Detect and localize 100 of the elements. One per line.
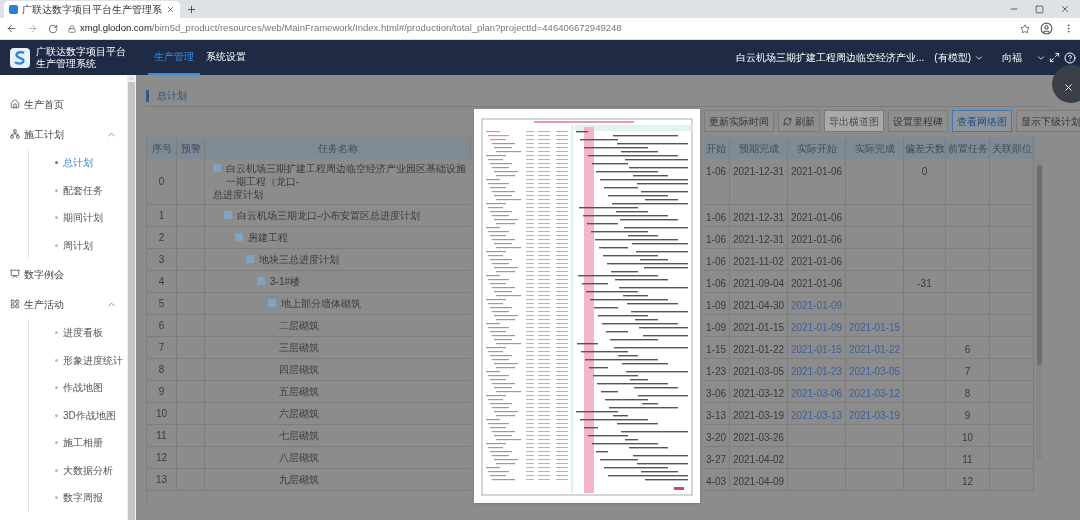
nav-tab[interactable]: 系统设置 (200, 40, 252, 75)
sidebar-group[interactable]: 施工计划 (0, 119, 127, 149)
table-cell-text: 2021-04-09 (732, 475, 785, 489)
sidebar-item[interactable]: 周计划 (55, 237, 93, 253)
sidebar-item[interactable]: 总计划 (55, 155, 93, 171)
sidebar-item[interactable]: 大数据分析 (55, 462, 113, 478)
close-tab-icon[interactable] (166, 5, 175, 14)
table-cell-text: 4-03 (706, 475, 726, 489)
collapse-toggle[interactable] (257, 277, 265, 285)
sidebar-item[interactable]: 形象进度统计 (55, 352, 123, 368)
browser-tab[interactable]: 广联达数字项目平台生产管理系 (4, 1, 180, 18)
task-name: 五层砌筑 (279, 385, 319, 398)
sidebar-item[interactable]: 进度看板 (55, 325, 103, 341)
table-cell-text: 2021-01-06 (790, 165, 843, 179)
forward-icon[interactable] (27, 23, 38, 34)
sidebar-item[interactable]: 施工相册 (55, 435, 103, 451)
collapse-toggle[interactable] (235, 233, 243, 241)
table-cell-text: 2021-03-26 (732, 431, 785, 445)
table-cell-text: 1 (158, 209, 165, 223)
column-header: 开始 (706, 141, 726, 156)
panel-title: 总计划 (157, 89, 187, 103)
toolbar-button[interactable]: 刷新 (778, 110, 820, 132)
task-name: 九层砌筑 (279, 473, 319, 486)
sidebar-item[interactable]: 作战地图 (55, 380, 103, 396)
table-cell-text: 2021-04-02 (732, 453, 785, 467)
task-name: 七层砌筑 (279, 429, 319, 442)
sidebar-item[interactable]: 数字周报 (55, 490, 103, 506)
close-icon[interactable] (1060, 4, 1070, 14)
table-cell-text: 2021-01-22 (848, 343, 901, 357)
toolbar-button[interactable]: 设置里程碑 (888, 110, 948, 132)
table-cell-text: 2021-09-04 (732, 277, 785, 291)
fullscreen-icon[interactable] (1049, 52, 1060, 63)
table-cell-text: -31 (917, 277, 932, 291)
table-cell-text: 13 (155, 473, 168, 487)
table-cell-text: 3-13 (706, 409, 726, 423)
logo-icon (10, 47, 30, 68)
product-name: 生产管理系统 (36, 57, 97, 70)
collapse-toggle[interactable] (246, 255, 254, 263)
sidebar-group-icon (10, 99, 20, 109)
scroll-up-icon[interactable] (128, 75, 135, 82)
task-name: 地块三总进度计划 (259, 253, 339, 266)
table-cell-text: 8 (158, 363, 165, 377)
account-icon[interactable] (1040, 22, 1053, 35)
sidebar-group[interactable]: 数字例会 (0, 259, 127, 289)
project-name[interactable]: 白云机场三期扩建工程周边临空经济产业... (736, 50, 925, 65)
table-cell-text: 0 (921, 165, 928, 179)
sidebar-item[interactable]: 3D作战地图 (55, 407, 116, 423)
task-name: 3-1#楼 (270, 275, 300, 288)
new-tab-icon[interactable] (186, 4, 197, 15)
scrollbar[interactable] (1036, 159, 1043, 459)
collapse-toggle[interactable] (213, 164, 221, 172)
table-cell-text: 5 (158, 297, 165, 311)
back-icon[interactable] (6, 23, 17, 34)
bookmark-star-icon[interactable] (1020, 23, 1030, 34)
table-cell-text: 8 (964, 387, 971, 401)
table-cell-text: 2021-01-15 (848, 321, 901, 335)
model-tag: (有模型) (934, 50, 971, 65)
table-cell-text: 9 (158, 385, 165, 399)
table-cell-text: 2021-03-06 (790, 387, 843, 401)
sidebar-item[interactable]: 期间计划 (55, 210, 103, 226)
table-cell-text: 2021-12-31 (732, 165, 785, 179)
sidebar-item[interactable]: 配套任务 (55, 182, 103, 198)
table-cell-text: 2021-03-05 (848, 365, 901, 379)
sidebar-group[interactable]: 生产活动 (0, 289, 127, 319)
maximize-icon[interactable] (1035, 4, 1044, 14)
scrollbar[interactable] (127, 75, 136, 520)
address-field[interactable]: xmgl.glodon.com/bim5d_product/resources/web/MainFramework/Index.html#/production/total_plan?projectId=446406672949248 (68, 21, 1010, 36)
sidebar-group[interactable]: 生产首页 (0, 89, 127, 119)
collapse-toggle[interactable] (268, 299, 276, 307)
lock-icon (68, 24, 76, 33)
table-cell-text: 10 (961, 431, 974, 445)
reload-icon[interactable] (48, 23, 58, 34)
refresh-icon (783, 116, 792, 126)
table-cell-text: 2021-03-19 (732, 409, 785, 423)
table-cell-text: 3-20 (706, 431, 726, 445)
table-cell-text: 2021-03-12 (732, 387, 785, 401)
favicon-icon (9, 5, 18, 14)
table-cell-text: 1-15 (706, 343, 726, 357)
table-cell-text: 2021-11-02 (733, 255, 784, 269)
toolbar-button[interactable]: 显示下级计划 (1016, 110, 1080, 132)
table-cell-text: 1-06 (706, 165, 726, 179)
table-cell-text: 1-06 (706, 277, 726, 291)
sidebar-group-icon (10, 299, 20, 309)
toolbar-button[interactable]: 更新实际时间 (704, 110, 774, 132)
table-cell-text: 1-09 (706, 321, 726, 335)
table-cell-text: 1-06 (706, 233, 726, 247)
table-cell-text: 3 (158, 253, 165, 267)
user-name[interactable]: 向福 (1002, 50, 1022, 65)
table-cell-text: 2021-01-23 (790, 365, 843, 379)
sidebar-group-icon (10, 269, 20, 279)
table-cell-text: 2021-01-06 (790, 255, 843, 269)
table-cell-text: 2021-03-13 (790, 409, 843, 423)
table-cell-text: 2 (158, 231, 165, 245)
table-cell-text: 2021-01-06 (790, 233, 843, 247)
help-icon[interactable] (1064, 51, 1076, 64)
table-cell-text: 7 (158, 341, 165, 355)
close-button[interactable] (1052, 65, 1080, 103)
table-cell-text: 2021-01-15 (790, 343, 843, 357)
collapse-toggle[interactable] (224, 211, 232, 219)
table-cell-text: 2021-12-31 (732, 211, 785, 225)
